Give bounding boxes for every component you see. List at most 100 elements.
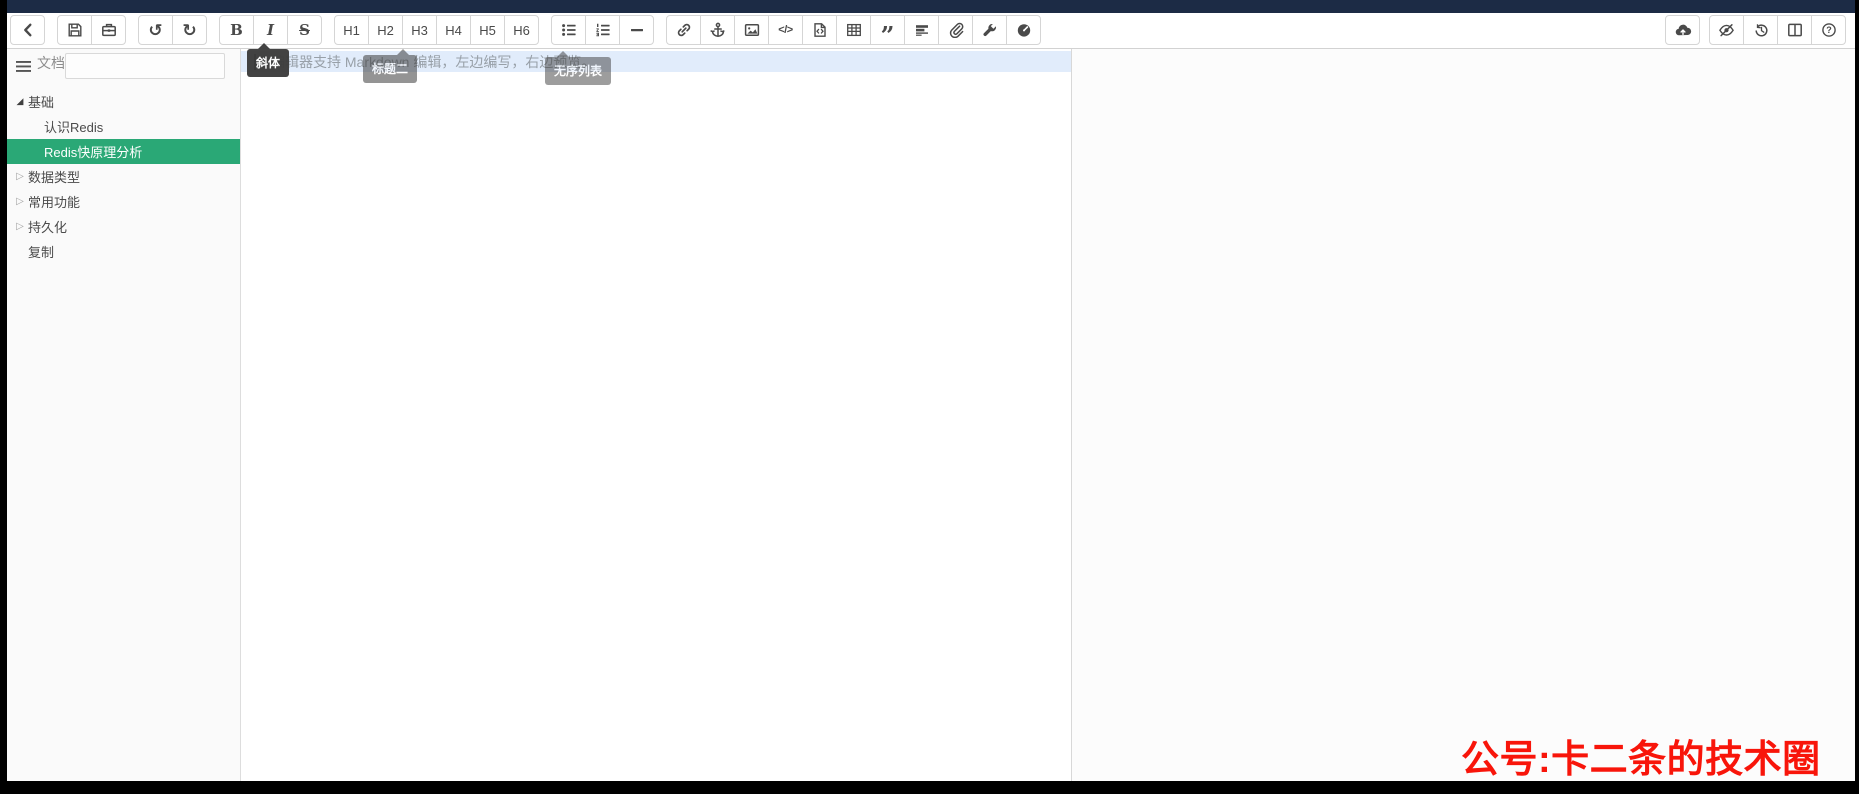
tooltip-italic: 斜体 <box>247 43 290 77</box>
toolbar-button-group: ↺ ↻ <box>138 15 207 45</box>
toolbar-button-format-lines[interactable] <box>904 15 939 45</box>
tree-item-label: 基础 <box>28 95 55 110</box>
toolbar-button-ordered-list[interactable] <box>585 15 620 45</box>
horizontal-rule-icon <box>629 22 645 38</box>
sidebar-toggle-icon[interactable] <box>16 59 31 79</box>
markdown-editor[interactable]: 本编辑器支持 Markdown 编辑，左边编写，右边预览。 <box>241 49 1072 781</box>
code-block-icon <box>812 22 828 38</box>
help-icon: ? <box>1821 22 1837 38</box>
ordered-list-icon <box>595 22 611 38</box>
toolbar-button-save[interactable] <box>57 15 92 45</box>
history-icon <box>1753 22 1769 38</box>
tree-item-0[interactable]: ◢ 基础 <box>7 89 240 114</box>
toolbar-button-history[interactable] <box>1743 15 1778 45</box>
window-titlebar <box>7 0 1855 13</box>
toolbar-button-undo[interactable]: ↺ <box>138 15 173 45</box>
toggle-preview-icon <box>1718 22 1735 38</box>
tree-item-2[interactable]: Redis快原理分析 <box>7 139 240 164</box>
toolbar-button-group: </> ” <box>666 15 1041 48</box>
tooltip-unordered-list: 无序列表 <box>545 51 612 85</box>
attachment-icon <box>948 22 964 38</box>
tooltip-arrow <box>258 43 270 49</box>
anchor-icon <box>709 22 726 38</box>
toolbar-button-group <box>551 15 654 45</box>
svg-text:?: ? <box>1826 25 1832 35</box>
tree-collapsed-icon[interactable]: ▷ <box>13 171 27 182</box>
unordered-list-icon <box>561 22 577 38</box>
toolbar-button-redo[interactable]: ↻ <box>172 15 207 45</box>
tree-item-3[interactable]: ▷ 数据类型 <box>7 164 240 189</box>
toolbar-button-heading-5[interactable]: H5 <box>470 15 505 45</box>
toolbar-button-anchor[interactable] <box>700 15 735 45</box>
tooltip-arrow <box>557 51 569 57</box>
toolbar-button-bold[interactable]: B <box>219 15 254 45</box>
toolbar-button-heading-3[interactable]: H3 <box>402 15 437 45</box>
toolbar-button-workspace[interactable] <box>91 15 126 45</box>
dashboard-icon <box>1016 22 1032 38</box>
tree-collapsed-icon[interactable]: ▷ <box>13 221 27 232</box>
sidebar-header: 文档 <box>7 49 240 83</box>
toolbar-button-group <box>10 15 45 45</box>
toolbar: ↺ ↻ B I S H1 H2 H3 H4 H5 H6 </> ” ? <box>7 13 1855 49</box>
tree-item-5[interactable]: ▷ 持久化 <box>7 214 240 239</box>
toolbar-button-italic[interactable]: I <box>253 15 288 45</box>
sidebar-title: 文档 <box>37 55 65 71</box>
document-search-input[interactable] <box>65 53 225 79</box>
tree-expanded-icon[interactable]: ◢ <box>13 96 27 107</box>
toolbar-button-help[interactable]: ? <box>1811 15 1846 45</box>
document-tree: ◢ 基础 认识Redis Redis快原理分析 ▷ 数据类型 ▷ 常用功能 ▷ 持久化 复制 <box>7 89 240 264</box>
toolbar-button-attachment[interactable] <box>938 15 973 45</box>
toolbar-button-toggle-preview[interactable] <box>1709 15 1744 45</box>
toolbar-button-group: H1 H2 H3 H4 H5 H6 <box>334 15 539 45</box>
toolbar-left-groups: ↺ ↻ B I S H1 H2 H3 H4 H5 H6 </> ” <box>10 15 1041 48</box>
tree-item-1[interactable]: 认识Redis <box>7 114 240 139</box>
toolbar-button-code-block[interactable] <box>802 15 837 45</box>
tooltip-heading-2: 标题二 <box>363 49 418 83</box>
sidebar: 文档 ◢ 基础 认识Redis Redis快原理分析 ▷ 数据类型 ▷ 常用功能 ▷ 持久化 复制 <box>7 49 241 781</box>
toolbar-button-heading-2[interactable]: H2 <box>368 15 403 45</box>
tree-item-label: 复制 <box>28 245 55 260</box>
toolbar-button-inline-code[interactable]: </> <box>768 15 803 45</box>
tree-item-4[interactable]: ▷ 常用功能 <box>7 189 240 214</box>
toolbar-button-cloud-upload[interactable] <box>1665 15 1700 45</box>
toolbar-button-horizontal-rule[interactable] <box>619 15 654 45</box>
toolbar-button-tools[interactable] <box>972 15 1007 45</box>
back-icon <box>20 22 36 38</box>
toolbar-right-groups: ? <box>1665 15 1846 45</box>
table-icon <box>846 22 862 38</box>
cloud-upload-icon <box>1674 22 1692 38</box>
preview-pane <box>1072 49 1855 781</box>
tree-item-label: 持久化 <box>28 220 68 235</box>
toolbar-button-dashboard[interactable] <box>1006 15 1041 45</box>
toolbar-button-heading-1[interactable]: H1 <box>334 15 369 45</box>
save-icon <box>67 22 83 38</box>
toolbar-button-link[interactable] <box>666 15 701 45</box>
toolbar-button-group: ? <box>1709 15 1846 45</box>
tree-item-label: Redis快原理分析 <box>44 145 143 160</box>
tree-collapsed-icon[interactable]: ▷ <box>13 196 27 207</box>
tree-item-label: 常用功能 <box>28 195 81 210</box>
toolbar-button-heading-6[interactable]: H6 <box>504 15 539 45</box>
image-icon <box>744 22 760 38</box>
split-view-icon <box>1787 22 1803 38</box>
toolbar-button-unordered-list[interactable] <box>551 15 586 45</box>
toolbar-button-back[interactable] <box>10 15 45 45</box>
tooltip-arrow <box>397 49 409 55</box>
toolbar-button-strikethrough[interactable]: S <box>287 15 322 45</box>
toolbar-button-group: BIS <box>219 15 322 45</box>
tools-icon <box>982 22 998 38</box>
tree-item-6[interactable]: 复制 <box>7 239 240 264</box>
toolbar-button-group <box>57 15 126 45</box>
toolbar-button-blockquote[interactable]: ” <box>870 15 905 48</box>
toolbar-button-table[interactable] <box>836 15 871 45</box>
toolbar-button-heading-4[interactable]: H4 <box>436 15 471 45</box>
watermark-text: 公号:卡二条的技术圈 <box>1461 739 1821 781</box>
window-content: 文档 ◢ 基础 认识Redis Redis快原理分析 ▷ 数据类型 ▷ 常用功能 ▷ 持久化 复制 … <box>7 49 1855 781</box>
toolbar-button-split-view[interactable] <box>1777 15 1812 45</box>
format-lines-icon <box>914 22 930 38</box>
link-icon <box>676 22 692 38</box>
workspace-icon <box>101 22 117 38</box>
tree-item-label: 数据类型 <box>28 170 81 185</box>
toolbar-button-group <box>1665 15 1700 45</box>
toolbar-button-image[interactable] <box>734 15 769 45</box>
